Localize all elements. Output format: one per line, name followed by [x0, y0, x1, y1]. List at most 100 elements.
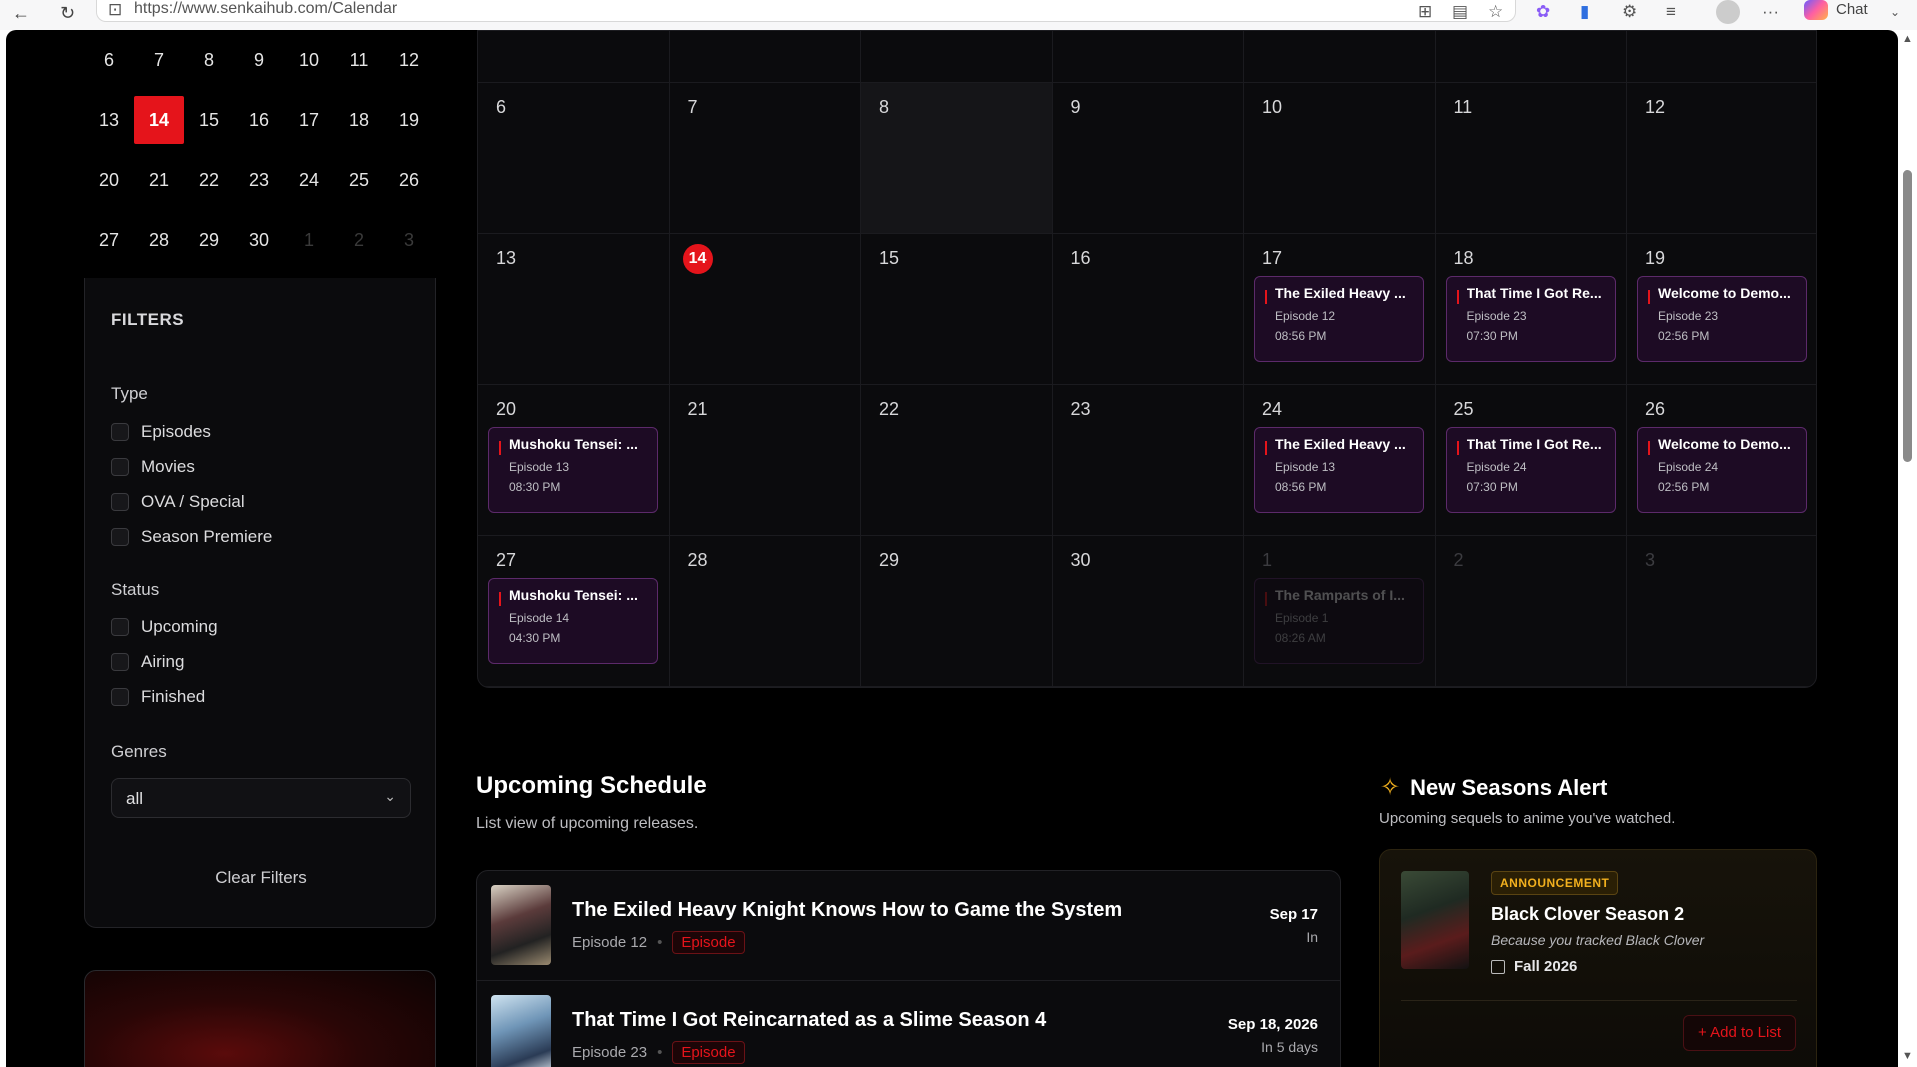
checkbox-box[interactable] [111, 423, 129, 441]
checkbox-box[interactable] [111, 458, 129, 476]
calendar-day-cell[interactable]: 29 [861, 536, 1053, 687]
add-to-list-button[interactable]: + Add to List [1683, 1015, 1796, 1051]
calendar-day-cell[interactable]: 13 [478, 234, 670, 385]
mini-calendar-day[interactable]: 22 [184, 156, 234, 204]
mini-calendar-day[interactable]: 18 [334, 96, 384, 144]
profile-avatar[interactable] [1716, 0, 1740, 24]
checkbox-box[interactable] [111, 618, 129, 636]
mini-calendar-day[interactable]: 25 [334, 156, 384, 204]
scroll-down-icon[interactable]: ▼ [1902, 1050, 1913, 1062]
filter-checkbox-airing[interactable]: Airing [111, 652, 184, 672]
clear-filters-button[interactable]: Clear Filters [111, 860, 411, 896]
upcoming-title-text[interactable]: That Time I Got Reincarnated as a Slime … [572, 1009, 1046, 1032]
mini-calendar-day[interactable]: 15 [184, 96, 234, 144]
genres-select[interactable]: all ⌄ [111, 778, 411, 818]
calendar-day-cell[interactable]: 7 [669, 83, 861, 234]
poster-image[interactable] [491, 885, 551, 965]
upcoming-item[interactable]: The Exiled Heavy Knight Knows How to Gam… [477, 871, 1340, 981]
filter-checkbox-finished[interactable]: Finished [111, 687, 205, 707]
mini-calendar-day[interactable]: 13 [84, 96, 134, 144]
calendar-day-cell[interactable]: 9 [1052, 83, 1244, 234]
calendar-day-cell[interactable]: 8 [861, 83, 1053, 234]
mini-calendar-day[interactable]: 30 [234, 216, 284, 264]
calendar-day-cell[interactable]: 23 [1052, 385, 1244, 536]
mini-calendar-day[interactable]: 21 [134, 156, 184, 204]
favorite-star-icon[interactable]: ☆ [1488, 2, 1503, 22]
mini-calendar-day[interactable]: 10 [284, 36, 334, 84]
calendar-event[interactable]: The Exiled Heavy ... Episode 13 08:56 PM [1254, 427, 1424, 513]
calendar-day-cell[interactable]: 11 [1435, 83, 1627, 234]
filter-checkbox-episodes[interactable]: Episodes [111, 422, 211, 442]
mini-calendar-day[interactable]: 24 [284, 156, 334, 204]
calendar-day-cell[interactable]: 22 [861, 385, 1053, 536]
site-info-icon[interactable]: ⊡ [108, 0, 122, 20]
mini-calendar-day[interactable]: 23 [234, 156, 284, 204]
mini-calendar-day[interactable]: 3 [384, 216, 434, 264]
extensions-icon[interactable]: ⚙ [1622, 2, 1637, 22]
filter-checkbox-upcoming[interactable]: Upcoming [111, 617, 218, 637]
mini-calendar-day[interactable]: 14 [134, 96, 184, 144]
back-icon[interactable]: ← [12, 3, 30, 24]
upcoming-item[interactable]: That Time I Got Reincarnated as a Slime … [477, 981, 1340, 1067]
calendar-event[interactable]: Welcome to Demo... Episode 24 02:56 PM [1637, 427, 1807, 513]
mini-calendar-day[interactable]: 6 [84, 36, 134, 84]
mini-calendar-day[interactable]: 29 [184, 216, 234, 264]
mini-calendar-day[interactable]: 16 [234, 96, 284, 144]
sidebar-icon[interactable]: ▮ [1580, 2, 1589, 22]
checkbox-box[interactable] [111, 493, 129, 511]
mini-calendar-day[interactable]: 19 [384, 96, 434, 144]
calendar-day-cell[interactable]: 10 [1244, 83, 1436, 234]
mini-calendar-day[interactable]: 2 [334, 216, 384, 264]
mini-calendar-day[interactable]: 28 [134, 216, 184, 264]
promo-banner[interactable] [84, 970, 436, 1067]
filter-checkbox-movies[interactable]: Movies [111, 457, 195, 477]
checkbox-box[interactable] [111, 528, 129, 546]
checkbox-box[interactable] [111, 653, 129, 671]
calendar-day-cell[interactable]: 3 [1627, 536, 1816, 687]
calendar-event[interactable]: Mushoku Tensei: ... Episode 13 08:30 PM [488, 427, 658, 513]
calendar-day-cell[interactable]: 2 [1435, 536, 1627, 687]
apps-icon[interactable]: ⊞ [1418, 2, 1432, 22]
calendar-event[interactable]: Mushoku Tensei: ... Episode 14 04:30 PM [488, 578, 658, 664]
mini-calendar-day[interactable]: 26 [384, 156, 434, 204]
today-badge[interactable]: 14 [682, 244, 713, 274]
copilot-icon[interactable]: ✿ [1536, 2, 1550, 22]
mini-calendar-day[interactable]: 7 [134, 36, 184, 84]
calendar-day-cell[interactable]: 15 [861, 234, 1053, 385]
filter-checkbox-season-premiere[interactable]: Season Premiere [111, 527, 272, 547]
scroll-up-icon[interactable]: ▲ [1902, 33, 1913, 45]
mini-calendar-day[interactable]: 12 [384, 36, 434, 84]
scrollbar-thumb[interactable] [1903, 170, 1912, 462]
mini-calendar-day[interactable]: 17 [284, 96, 334, 144]
upcoming-title-text[interactable]: The Exiled Heavy Knight Knows How to Gam… [572, 899, 1122, 922]
season-name[interactable]: Black Clover Season 2 [1491, 904, 1684, 925]
mini-calendar-day[interactable]: 11 [334, 36, 384, 84]
mini-calendar-day[interactable]: 9 [234, 36, 284, 84]
calendar-day-cell[interactable]: 21 [669, 385, 861, 536]
poster-image[interactable] [491, 995, 551, 1067]
calendar-event[interactable]: Welcome to Demo... Episode 23 02:56 PM [1637, 276, 1807, 362]
calendar-day-cell[interactable]: 12 [1627, 83, 1816, 234]
reload-icon[interactable]: ↻ [60, 3, 75, 24]
mini-calendar-day[interactable]: 20 [84, 156, 134, 204]
calendar-day-cell[interactable]: 28 [669, 536, 861, 687]
chat-button[interactable]: Chat [1804, 0, 1868, 20]
calendar-day-cell[interactable]: 16 [1052, 234, 1244, 385]
calendar-event[interactable]: That Time I Got Re... Episode 23 07:30 PM [1445, 276, 1616, 362]
mini-calendar-day[interactable]: 27 [84, 216, 134, 264]
url-text[interactable]: https://www.senkaihub.com/Calendar [134, 0, 397, 18]
calendar-day-cell[interactable]: 6 [478, 83, 670, 234]
reader-icon[interactable]: ▤ [1452, 2, 1468, 22]
chevron-down-icon[interactable]: ⌄ [1890, 5, 1900, 19]
calendar-day-cell[interactable]: 30 [1052, 536, 1244, 687]
checkbox-box[interactable] [111, 688, 129, 706]
calendar-event[interactable]: That Time I Got Re... Episode 24 07:30 PM [1445, 427, 1616, 513]
poster-image[interactable] [1401, 871, 1469, 969]
mini-calendar-day[interactable]: 1 [284, 216, 334, 264]
filter-checkbox-ova-special[interactable]: OVA / Special [111, 492, 245, 512]
more-menu-icon[interactable]: ··· [1762, 2, 1779, 22]
mini-calendar-day[interactable]: 8 [184, 36, 234, 84]
calendar-event[interactable]: The Exiled Heavy ... Episode 12 08:56 PM [1254, 276, 1424, 362]
favorites-icon[interactable]: ≡ [1666, 2, 1676, 22]
calendar-event[interactable]: The Ramparts of I... Episode 1 08:26 AM [1254, 578, 1424, 664]
